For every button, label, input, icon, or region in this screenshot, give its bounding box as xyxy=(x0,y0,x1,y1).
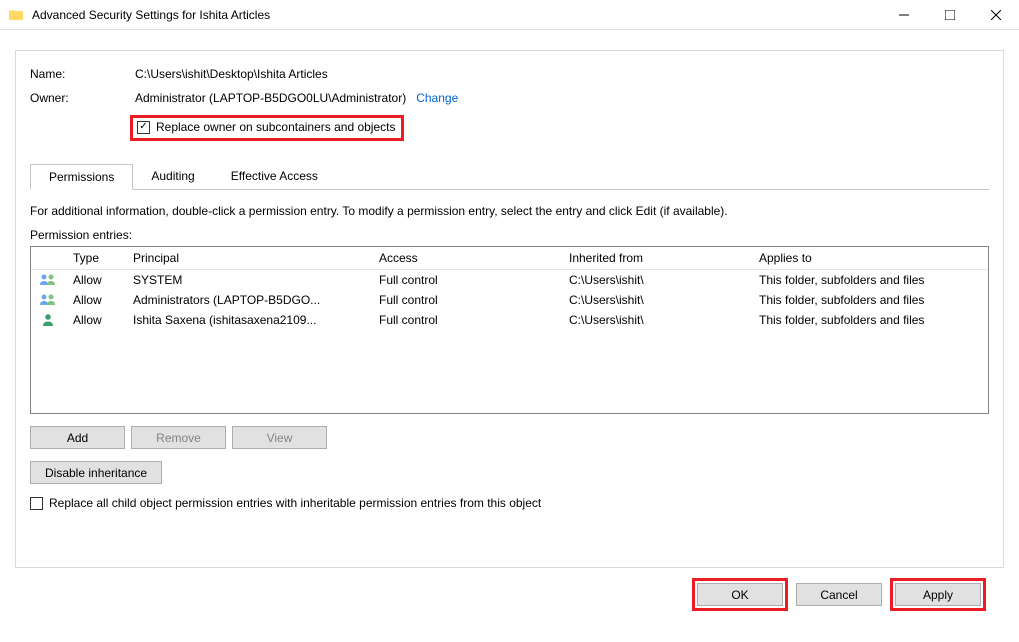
header-applies[interactable]: Applies to xyxy=(751,247,988,269)
table-row[interactable]: AllowIshita Saxena (ishitasaxena2109...F… xyxy=(31,310,988,330)
cell-applies: This folder, subfolders and files xyxy=(751,313,988,327)
remove-button: Remove xyxy=(131,426,226,449)
cell-type: Allow xyxy=(65,273,125,287)
header-inherited[interactable]: Inherited from xyxy=(561,247,751,269)
header-principal[interactable]: Principal xyxy=(125,247,371,269)
replace-child-row: Replace all child object permission entr… xyxy=(30,496,989,510)
replace-owner-highlight: ✓ Replace owner on subcontainers and obj… xyxy=(130,115,404,141)
footer-buttons: OK Cancel Apply xyxy=(15,568,1004,611)
principal-icon xyxy=(31,273,65,287)
replace-child-checkbox[interactable] xyxy=(30,497,43,510)
cell-applies: This folder, subfolders and files xyxy=(751,293,988,307)
cell-inherited: C:\Users\ishit\ xyxy=(561,273,751,287)
table-row[interactable]: AllowSYSTEMFull controlC:\Users\ishit\Th… xyxy=(31,270,988,290)
tab-effective-access[interactable]: Effective Access xyxy=(213,164,336,190)
close-button[interactable] xyxy=(973,0,1019,29)
cancel-button[interactable]: Cancel xyxy=(796,583,882,606)
cell-principal: SYSTEM xyxy=(125,273,371,287)
table-header: Type Principal Access Inherited from App… xyxy=(31,247,988,270)
table-body: AllowSYSTEMFull controlC:\Users\ishit\Th… xyxy=(31,270,988,330)
cell-applies: This folder, subfolders and files xyxy=(751,273,988,287)
minimize-button[interactable] xyxy=(881,0,927,29)
inner-panel: Name: C:\Users\ishit\Desktop\Ishita Arti… xyxy=(15,50,1004,568)
principal-icon xyxy=(31,313,65,327)
entries-label: Permission entries: xyxy=(30,228,989,242)
name-value: C:\Users\ishit\Desktop\Ishita Articles xyxy=(135,67,328,81)
view-button: View xyxy=(232,426,327,449)
entry-buttons: Add Remove View xyxy=(30,426,989,449)
cell-access: Full control xyxy=(371,273,561,287)
permission-table: Type Principal Access Inherited from App… xyxy=(30,246,989,414)
apply-button[interactable]: Apply xyxy=(895,583,981,606)
owner-label: Owner: xyxy=(30,91,135,105)
name-row: Name: C:\Users\ishit\Desktop\Ishita Arti… xyxy=(30,67,989,81)
tab-auditing[interactable]: Auditing xyxy=(133,164,212,190)
header-access[interactable]: Access xyxy=(371,247,561,269)
ok-highlight: OK xyxy=(692,578,788,611)
cell-inherited: C:\Users\ishit\ xyxy=(561,313,751,327)
replace-owner-label: Replace owner on subcontainers and objec… xyxy=(156,120,395,134)
header-type[interactable]: Type xyxy=(65,247,125,269)
tab-strip: Permissions Auditing Effective Access xyxy=(30,163,989,190)
maximize-button[interactable] xyxy=(927,0,973,29)
inheritance-buttons: Disable inheritance xyxy=(30,461,989,484)
cell-principal: Administrators (LAPTOP-B5DGO... xyxy=(125,293,371,307)
check-icon: ✓ xyxy=(139,122,147,132)
ok-button[interactable]: OK xyxy=(697,583,783,606)
info-text: For additional information, double-click… xyxy=(30,204,989,218)
add-button[interactable]: Add xyxy=(30,426,125,449)
disable-inheritance-button[interactable]: Disable inheritance xyxy=(30,461,162,484)
cell-access: Full control xyxy=(371,313,561,327)
cell-principal: Ishita Saxena (ishitasaxena2109... xyxy=(125,313,371,327)
owner-value: Administrator (LAPTOP-B5DGO0LU\Administr… xyxy=(135,91,406,105)
name-label: Name: xyxy=(30,67,135,81)
change-owner-link[interactable]: Change xyxy=(416,91,458,105)
owner-row: Owner: Administrator (LAPTOP-B5DGO0LU\Ad… xyxy=(30,91,989,105)
table-row[interactable]: AllowAdministrators (LAPTOP-B5DGO...Full… xyxy=(31,290,988,310)
cell-access: Full control xyxy=(371,293,561,307)
tab-permissions[interactable]: Permissions xyxy=(30,164,133,190)
principal-icon xyxy=(31,293,65,307)
cell-inherited: C:\Users\ishit\ xyxy=(561,293,751,307)
folder-icon xyxy=(8,7,24,23)
header-icon-col xyxy=(31,247,65,269)
titlebar: Advanced Security Settings for Ishita Ar… xyxy=(0,0,1019,30)
window-controls xyxy=(881,0,1019,29)
apply-highlight: Apply xyxy=(890,578,986,611)
cell-type: Allow xyxy=(65,293,125,307)
cell-type: Allow xyxy=(65,313,125,327)
replace-owner-checkbox[interactable]: ✓ xyxy=(137,121,150,134)
content-area: Name: C:\Users\ishit\Desktop\Ishita Arti… xyxy=(0,30,1019,621)
window-title: Advanced Security Settings for Ishita Ar… xyxy=(32,8,881,22)
replace-child-label: Replace all child object permission entr… xyxy=(49,496,541,510)
